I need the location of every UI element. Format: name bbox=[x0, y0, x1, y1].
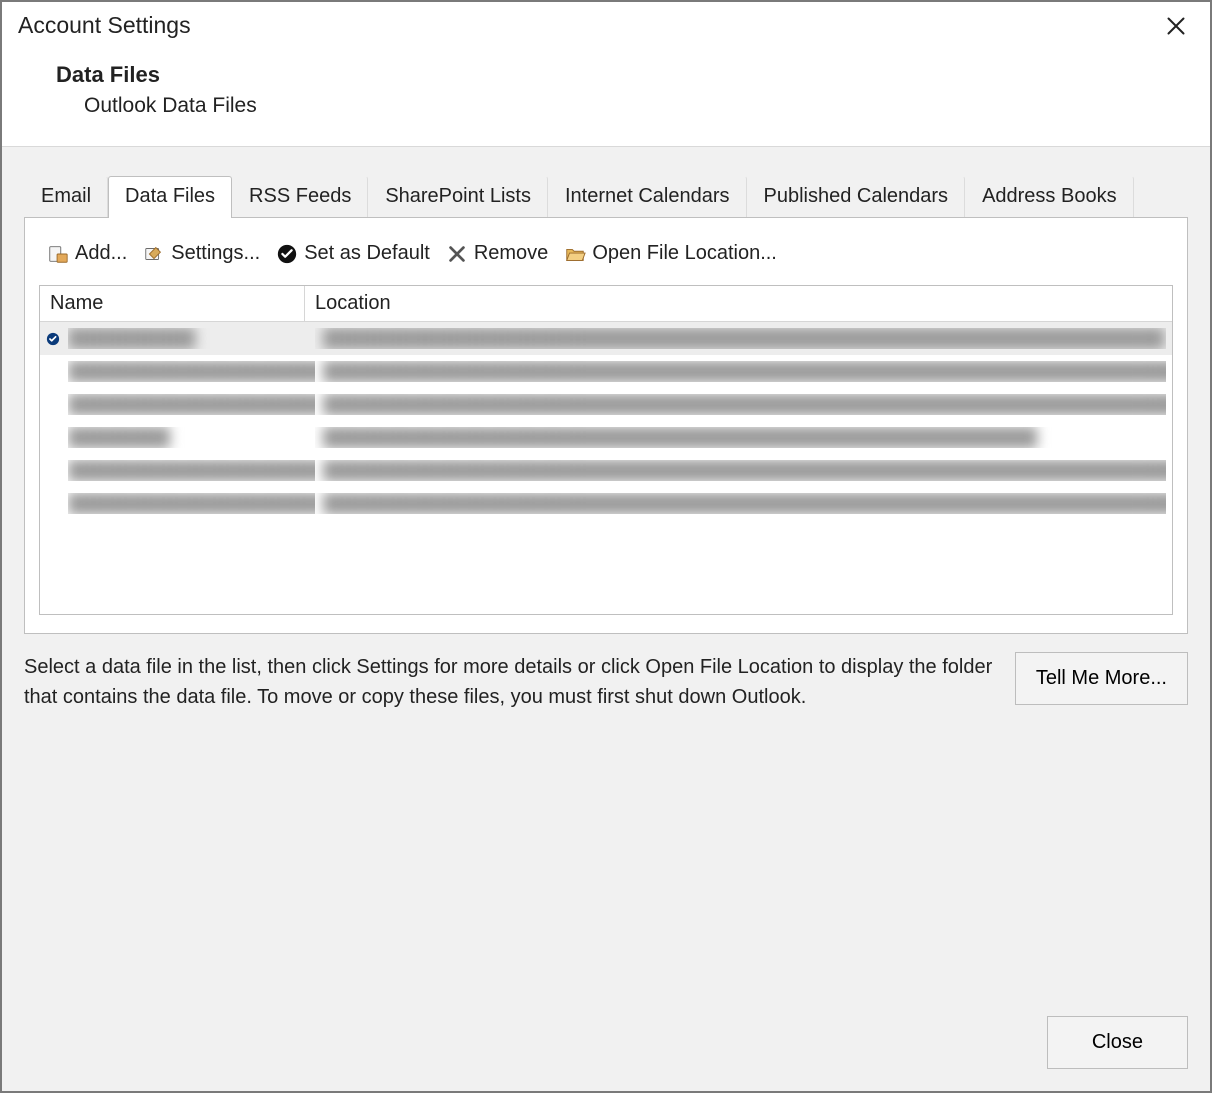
settings-icon bbox=[143, 243, 165, 265]
data-files-grid: Name Location ██████████████████████████… bbox=[39, 285, 1173, 615]
close-button[interactable]: Close bbox=[1047, 1016, 1188, 1069]
default-marker-icon bbox=[46, 396, 64, 414]
tab-data-files[interactable]: Data Files bbox=[108, 176, 232, 218]
remove-label: Remove bbox=[474, 242, 548, 265]
tab-address-books[interactable]: Address Books bbox=[965, 176, 1134, 218]
open-file-location-label: Open File Location... bbox=[592, 242, 777, 265]
remove-icon bbox=[446, 243, 468, 265]
cell-name: █████████████████████████████ bbox=[68, 493, 315, 514]
tab-panel: Add... Settings... Set as Default bbox=[24, 217, 1188, 634]
table-row[interactable]: ████████████████████████████████████████… bbox=[40, 355, 1172, 388]
info-text: Select a data file in the list, then cli… bbox=[24, 652, 995, 712]
set-default-button[interactable]: Set as Default bbox=[272, 240, 434, 267]
tab-rss-feeds[interactable]: RSS Feeds bbox=[232, 176, 368, 218]
default-marker-icon bbox=[46, 429, 64, 447]
default-marker-icon bbox=[46, 462, 64, 480]
column-header-location[interactable]: Location bbox=[305, 286, 1172, 321]
close-icon[interactable] bbox=[1158, 12, 1194, 44]
header: Data Files Outlook Data Files bbox=[2, 44, 1210, 146]
column-header-name[interactable]: Name bbox=[40, 286, 305, 321]
info-row: Select a data file in the list, then cli… bbox=[24, 652, 1188, 712]
add-label: Add... bbox=[75, 242, 127, 265]
account-settings-window: Account Settings Data Files Outlook Data… bbox=[0, 0, 1212, 1093]
check-circle-icon bbox=[276, 243, 298, 265]
cell-location: ████████████████████████████████████████… bbox=[315, 460, 1166, 481]
folder-open-icon bbox=[564, 243, 586, 265]
table-row[interactable]: ████████████████████████████████████████… bbox=[40, 421, 1172, 454]
cell-location: ████████████████████████████████████████… bbox=[315, 361, 1166, 382]
add-button[interactable]: Add... bbox=[43, 240, 131, 267]
remove-button[interactable]: Remove bbox=[442, 240, 552, 267]
tab-published-calendars[interactable]: Published Calendars bbox=[747, 176, 966, 218]
default-marker-icon bbox=[46, 330, 64, 348]
default-marker-icon bbox=[46, 363, 64, 381]
cell-location: ████████████████████████████████████████… bbox=[315, 427, 1166, 448]
grid-header: Name Location bbox=[40, 286, 1172, 322]
cell-name: ██████████ bbox=[68, 328, 315, 349]
settings-button[interactable]: Settings... bbox=[139, 240, 264, 267]
table-row[interactable]: ████████████████████████████████████████… bbox=[40, 322, 1172, 355]
add-file-icon bbox=[47, 243, 69, 265]
cell-name: █████████████████████████ bbox=[68, 394, 315, 415]
open-file-location-button[interactable]: Open File Location... bbox=[560, 240, 781, 267]
tell-me-more-button[interactable]: Tell Me More... bbox=[1015, 652, 1188, 705]
titlebar: Account Settings bbox=[2, 2, 1210, 44]
toolbar: Add... Settings... Set as Default bbox=[39, 236, 1173, 285]
tab-internet-calendars[interactable]: Internet Calendars bbox=[548, 176, 747, 218]
cell-name: ████████████████████████ bbox=[68, 361, 315, 382]
set-default-label: Set as Default bbox=[304, 242, 430, 265]
default-marker-icon bbox=[46, 495, 64, 513]
table-row[interactable]: ████████████████████████████████████████… bbox=[40, 388, 1172, 421]
tab-email[interactable]: Email bbox=[24, 176, 108, 218]
grid-rows: ████████████████████████████████████████… bbox=[40, 322, 1172, 520]
body: Email Data Files RSS Feeds SharePoint Li… bbox=[2, 147, 1210, 1091]
tab-sharepoint-lists[interactable]: SharePoint Lists bbox=[368, 176, 548, 218]
cell-location: ████████████████████████████████████████… bbox=[315, 493, 1166, 514]
table-row[interactable]: ████████████████████████████████████████… bbox=[40, 454, 1172, 487]
cell-location: ████████████████████████████████████████… bbox=[315, 328, 1166, 349]
cell-name: ██████████████████████████ bbox=[68, 460, 315, 481]
header-subheading: Outlook Data Files bbox=[84, 94, 1210, 118]
cell-name: ████████ bbox=[68, 427, 315, 448]
header-heading: Data Files bbox=[56, 62, 1210, 88]
tabstrip: Email Data Files RSS Feeds SharePoint Li… bbox=[2, 147, 1210, 217]
settings-label: Settings... bbox=[171, 242, 260, 265]
cell-location: ████████████████████████████████████████… bbox=[315, 394, 1166, 415]
footer: Close bbox=[1047, 1016, 1188, 1069]
window-title: Account Settings bbox=[18, 12, 191, 39]
table-row[interactable]: ████████████████████████████████████████… bbox=[40, 487, 1172, 520]
